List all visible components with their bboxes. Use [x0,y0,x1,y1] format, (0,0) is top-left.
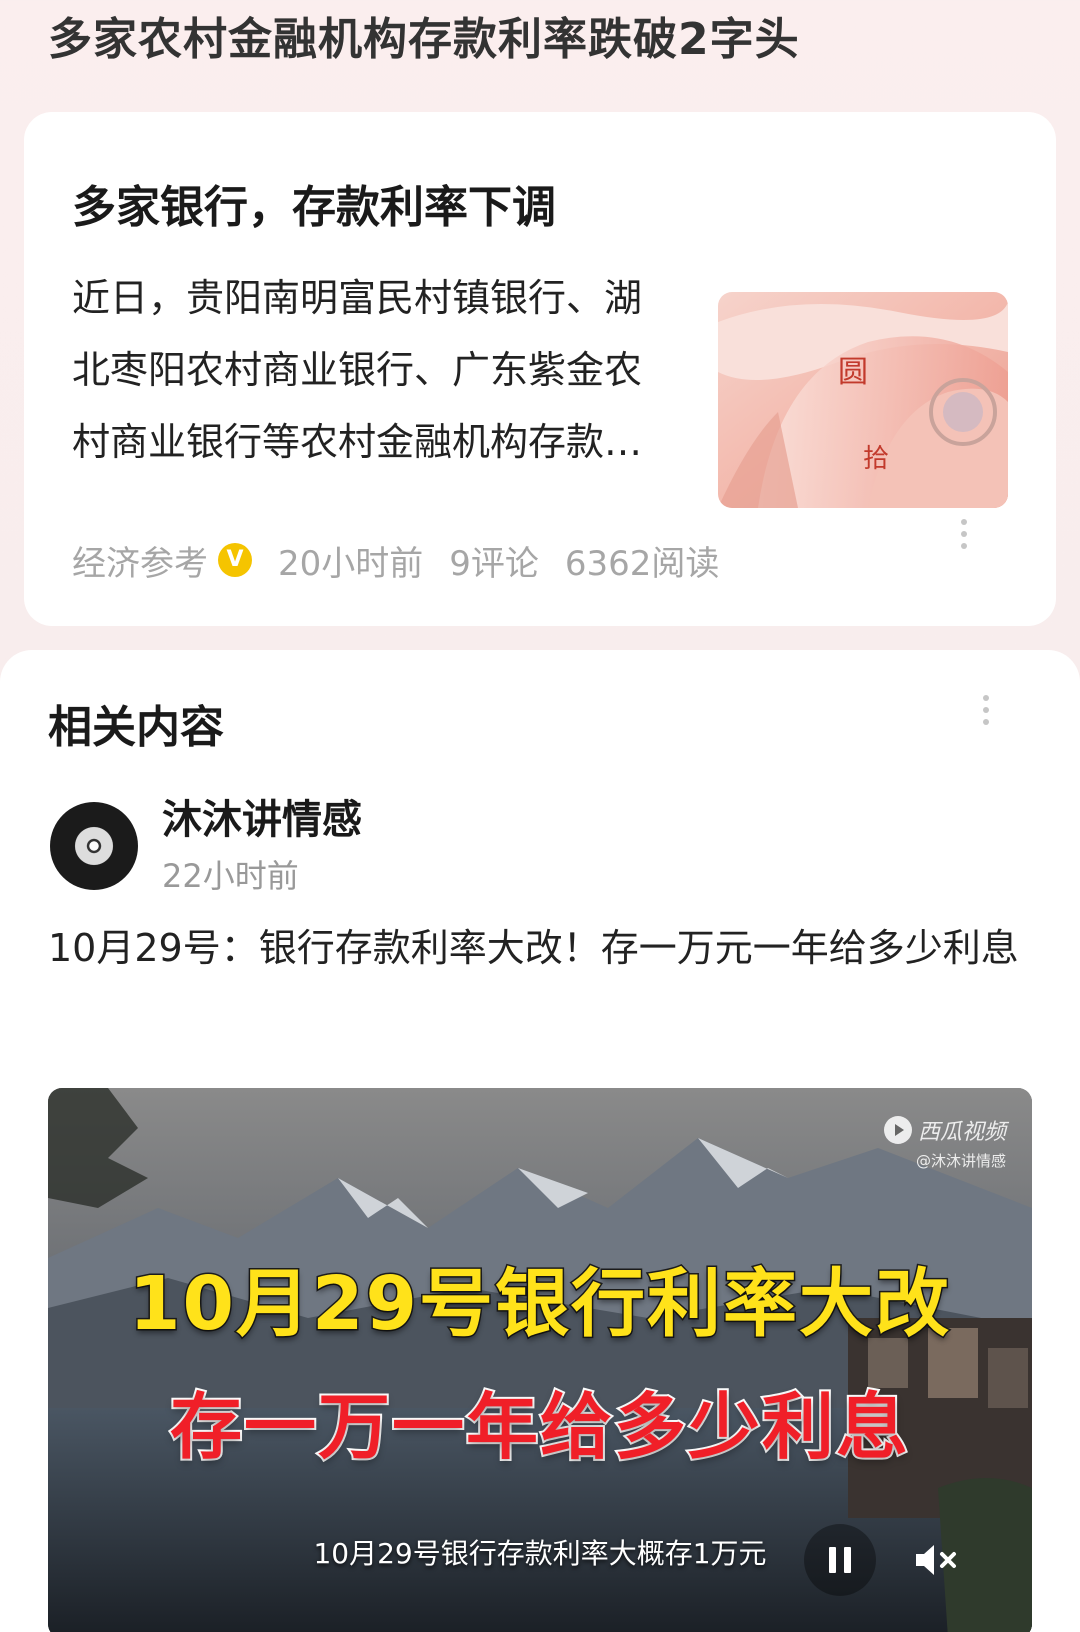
video-subtitle: 10月29号银行存款利率大概存1万元 [313,1537,767,1570]
rmb-banknotes-image: 圆 拾 [718,292,1008,508]
platform-handle: @沐沐讲情感 [915,1152,1006,1170]
post-text[interactable]: 10月29号：银行存款利率大改！存一万元一年给多少利息 [48,916,1038,980]
post-time: 22小时前 [162,857,299,895]
more-vertical-icon[interactable] [980,692,992,728]
platform-name: 西瓜视频 [917,1120,1006,1145]
article-card[interactable]: 多家银行，存款利率下调 近日，贵阳南明富民村镇银行、湖北枣阳农村商业银行、广东紫… [24,112,1056,626]
page-title: 多家农村金融机构存款利率跌破2字头 [48,14,800,65]
author-name[interactable]: 沐沐讲情感 [162,792,362,848]
meta-source[interactable]: 经济参考 [72,536,208,585]
video-preview[interactable]: 西瓜视频 @沐沐讲情感 10月29号银行利率大改 存一万一年给多少利息 10月2… [48,1088,1032,1632]
related-title: 相关内容 [48,702,224,753]
svg-text:拾: 拾 [863,444,889,474]
meta-comments[interactable]: 9评论 [449,536,539,585]
pause-icon[interactable] [804,1524,876,1596]
article-title[interactable]: 多家银行，存款利率下调 [72,178,556,238]
mute-icon[interactable] [900,1524,972,1596]
video-caption-line1: 10月29号银行利率大改 [128,1260,951,1349]
meta-time: 20小时前 [278,543,424,584]
meta-reads: 6362阅读 [564,543,720,584]
platform-watermark: 西瓜视频 @沐沐讲情感 [883,1114,1006,1171]
related-section: 相关内容 沐沐讲情感 22小时前 10月29号：银行存款利率大改！存一万元一年给… [0,650,1080,1632]
author-avatar[interactable] [50,802,138,890]
svg-text:圆: 圆 [838,355,868,390]
article-thumbnail[interactable]: 圆 拾 [718,292,1008,508]
xigua-logo-icon [883,1116,912,1144]
verified-badge-icon: V [218,543,252,577]
more-vertical-icon[interactable] [958,516,970,552]
video-caption-line2: 存一万一年给多少利息 [168,1383,910,1471]
article-meta: 经济参考 V 20小时前 9评论 6362阅读 [72,530,745,590]
article-summary[interactable]: 近日，贵阳南明富民村镇银行、湖北枣阳农村商业银行、广东紫金农村商业银行等农村金融… [72,262,672,478]
